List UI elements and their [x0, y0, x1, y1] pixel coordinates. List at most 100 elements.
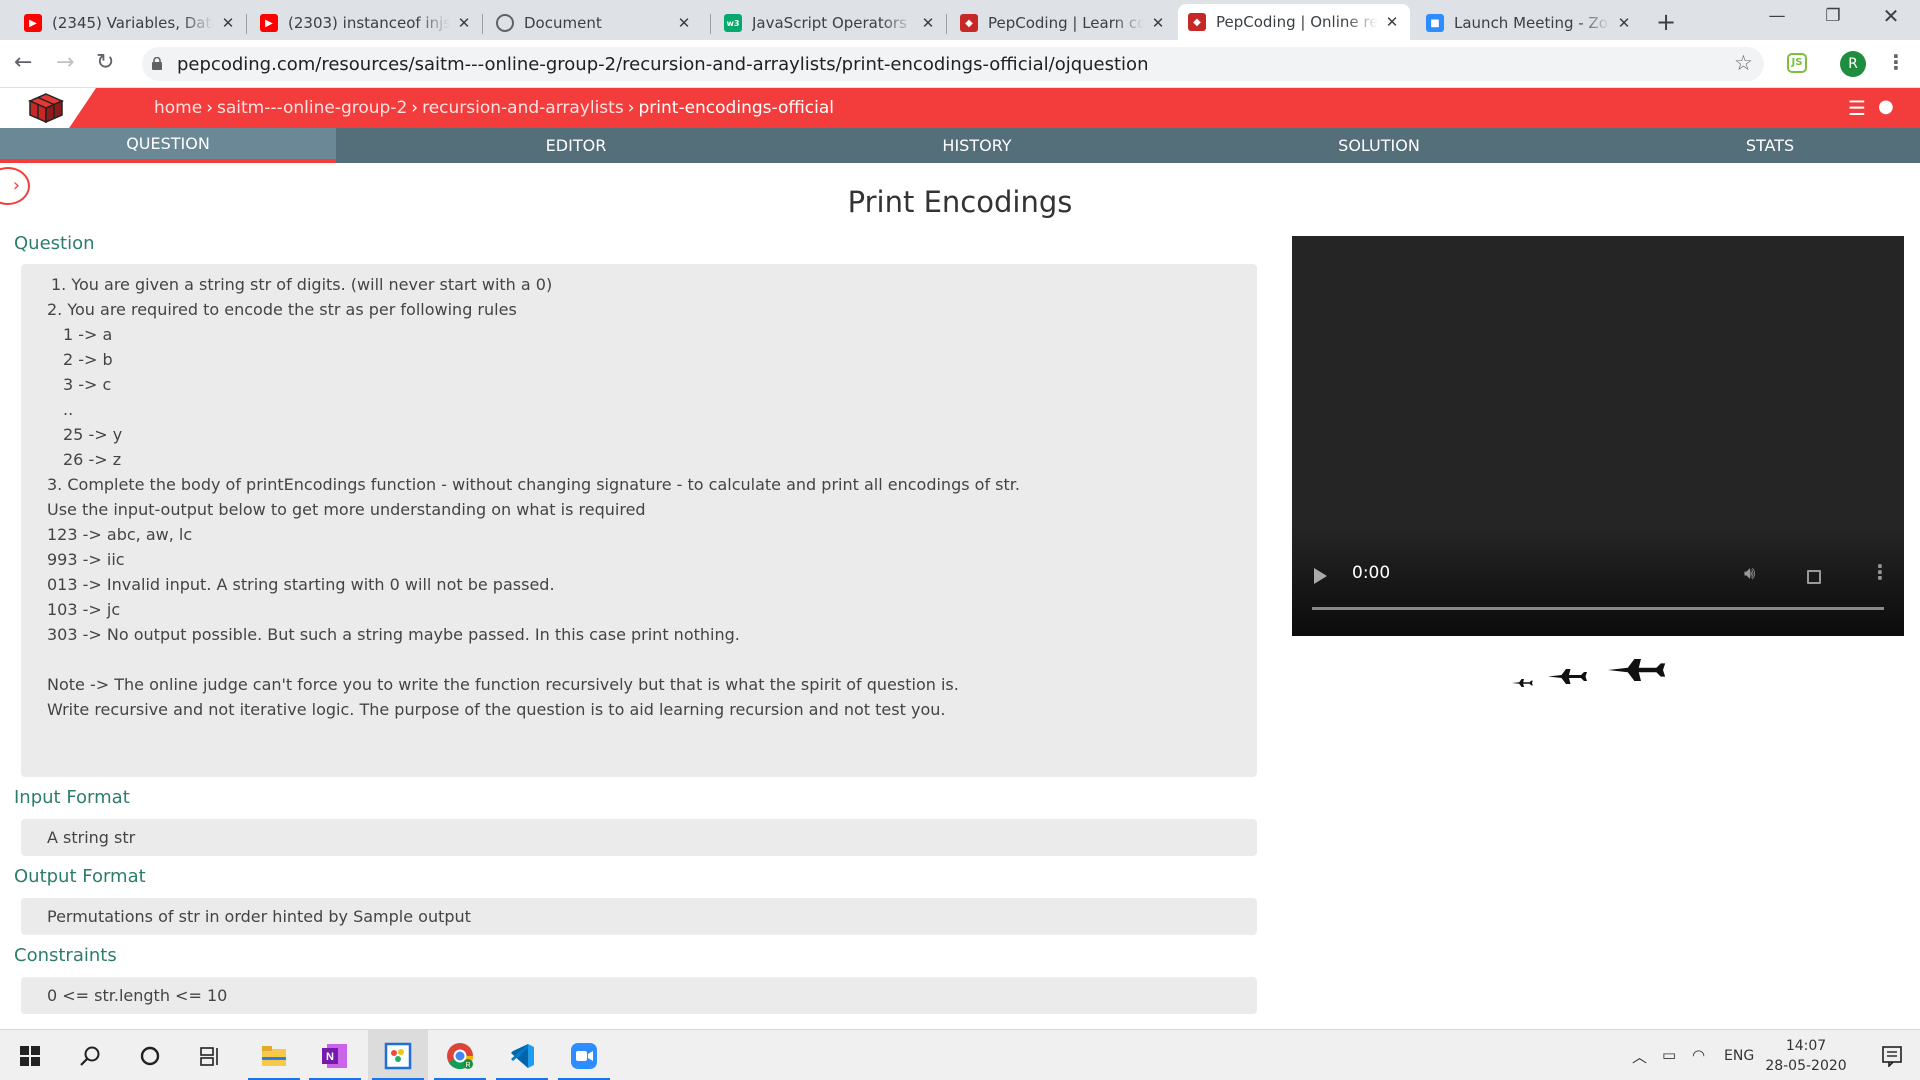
bookmark-star-icon[interactable]: ☆	[1734, 51, 1753, 75]
video-player[interactable]: 0:00 🔊︎ ⋮	[1292, 236, 1904, 636]
volume-icon[interactable]: 🔊︎	[1744, 563, 1755, 584]
tab-solution[interactable]: SOLUTION	[1138, 128, 1620, 163]
question-line: ..	[63, 400, 74, 419]
reload-icon[interactable]: ↻	[96, 50, 114, 75]
window-close-icon[interactable]: ✕	[1868, 4, 1914, 28]
question-line: 3 -> c	[63, 375, 112, 394]
tab-divider	[482, 14, 483, 34]
browser-tab-6[interactable]: ■ Launch Meeting - Zoom ✕	[1416, 6, 1642, 40]
input-format-box: A string str	[21, 819, 1257, 856]
more-options-icon[interactable]: ⋮	[1870, 560, 1890, 584]
user-icon[interactable]: ●	[1878, 96, 1894, 117]
close-icon[interactable]: ✕	[1384, 13, 1400, 31]
play-icon[interactable]	[1314, 568, 1327, 584]
browser-tab-3[interactable]: w3 JavaScript Operators ✕	[714, 6, 946, 40]
cortana-icon[interactable]	[120, 1030, 180, 1080]
lock-icon	[152, 57, 162, 70]
question-box: 1. You are given a string str of digits.…	[21, 264, 1257, 777]
tab-divider	[246, 14, 247, 34]
breadcrumb: home › saitm---online-group-2 › recursion-an…	[154, 98, 834, 118]
breadcrumb-group[interactable]: saitm---online-group-2	[217, 98, 407, 118]
clock-time: 14:07	[1785, 1038, 1827, 1054]
svg-text:R: R	[465, 1062, 470, 1069]
battery-icon[interactable]: ▭	[1662, 1046, 1676, 1064]
close-icon[interactable]: ✕	[1616, 14, 1632, 32]
browser-toolbar: ← → ↻ pepcoding.com/resources/saitm---on…	[0, 40, 1920, 88]
question-line: 25 -> y	[63, 425, 123, 444]
paint-icon[interactable]	[368, 1030, 428, 1080]
close-icon[interactable]: ✕	[220, 14, 236, 32]
task-view-icon[interactable]	[180, 1030, 240, 1080]
extension-icon[interactable]: JS	[1787, 53, 1807, 73]
minimize-icon[interactable]: —	[1754, 6, 1800, 26]
question-line: 013 -> Invalid input. A string starting …	[47, 575, 555, 594]
svg-text:N: N	[326, 1051, 334, 1063]
browser-menu-icon[interactable]: ⋮	[1886, 50, 1906, 74]
wifi-icon[interactable]: ◠	[1692, 1046, 1705, 1064]
url-text[interactable]: pepcoding.com/resources/saitm---online-g…	[177, 54, 1148, 75]
youtube-icon: ▶	[24, 14, 42, 32]
clock-date: 28-05-2020	[1765, 1058, 1847, 1074]
chevron-right-icon: ›	[411, 98, 419, 118]
pepcoding-icon: ◆	[960, 14, 978, 32]
tab-question[interactable]: QUESTION	[0, 128, 336, 163]
tab-stats[interactable]: STATS	[1620, 128, 1920, 163]
fullscreen-icon[interactable]	[1807, 570, 1821, 584]
tab-divider	[946, 14, 947, 34]
notifications-icon[interactable]	[1862, 1030, 1920, 1080]
language-indicator[interactable]: ENG	[1724, 1048, 1754, 1064]
back-icon[interactable]: ←	[14, 50, 32, 75]
playback-speed-icons	[1512, 659, 1666, 687]
browser-tab-1[interactable]: ▶ (2303) instanceof injs code ✕	[250, 6, 482, 40]
breadcrumb-topic[interactable]: recursion-and-arraylists	[422, 98, 624, 118]
zoom-app-icon[interactable]	[554, 1030, 614, 1080]
forward-icon[interactable]: →	[56, 50, 74, 75]
close-icon[interactable]: ✕	[456, 14, 472, 32]
search-icon[interactable]	[60, 1030, 120, 1080]
slow-speed-plane-icon[interactable]	[1512, 679, 1533, 687]
youtube-icon: ▶	[260, 14, 278, 32]
file-explorer-icon[interactable]	[244, 1030, 304, 1080]
question-line: 3. Complete the body of printEncodings f…	[47, 475, 1020, 494]
windows-taskbar: N R ︿ ▭ ◠ ENG 14:07 28-05-2020	[0, 1029, 1920, 1080]
chevron-up-icon[interactable]: ︿	[1632, 1046, 1647, 1067]
browser-tab-strip: ▶ (2345) Variables, Data Types ✕ ▶ (2303…	[0, 0, 1920, 40]
fast-speed-plane-icon[interactable]	[1608, 659, 1666, 681]
chrome-icon[interactable]: R	[430, 1030, 490, 1080]
windows-start-icon[interactable]	[0, 1030, 60, 1080]
chevron-right-icon: ›	[206, 98, 214, 118]
input-format-label: Input Format	[14, 787, 130, 808]
browser-tab-5-active[interactable]: ◆ PepCoding | Online resources ✕	[1178, 4, 1410, 40]
question-label: Question	[14, 233, 95, 254]
restore-icon[interactable]: ❐	[1810, 6, 1856, 26]
breadcrumb-home[interactable]: home	[154, 98, 202, 118]
list-icon[interactable]: ☰	[1848, 96, 1866, 120]
profile-avatar[interactable]: R	[1840, 51, 1866, 77]
tab-history[interactable]: HISTORY	[816, 128, 1138, 163]
question-line: 2. You are required to encode the str as…	[47, 300, 517, 319]
close-icon[interactable]: ✕	[676, 14, 692, 32]
medium-speed-plane-icon[interactable]	[1548, 669, 1587, 684]
question-line: Write recursive and not iterative logic.…	[47, 700, 946, 719]
close-icon[interactable]: ✕	[920, 14, 936, 32]
pepcoding-logo[interactable]	[28, 92, 64, 124]
breadcrumb-current: print-encodings-official	[638, 98, 835, 118]
video-progress-bar[interactable]	[1312, 607, 1884, 610]
question-line: 993 -> iic	[47, 550, 125, 569]
output-format-box: Permutations of str in order hinted by S…	[21, 898, 1257, 935]
new-tab-icon[interactable]: +	[1656, 8, 1676, 36]
globe-icon	[496, 14, 514, 32]
output-format-label: Output Format	[14, 866, 146, 887]
question-content: › Print Encodings Question 1. You are gi…	[0, 163, 1920, 1029]
vscode-icon[interactable]	[492, 1030, 552, 1080]
question-line: 26 -> z	[63, 450, 122, 469]
system-clock[interactable]: 14:07 28-05-2020	[1764, 1036, 1848, 1076]
close-icon[interactable]: ✕	[1150, 14, 1166, 32]
question-line: 1. You are given a string str of digits.…	[51, 275, 553, 294]
browser-tab-4[interactable]: ◆ PepCoding | Learn coding ✕	[950, 6, 1176, 40]
question-line: 2 -> b	[63, 350, 113, 369]
browser-tab-0[interactable]: ▶ (2345) Variables, Data Types ✕	[14, 6, 246, 40]
tab-editor[interactable]: EDITOR	[336, 128, 816, 163]
browser-tab-2[interactable]: Document ✕	[486, 6, 702, 40]
onenote-icon[interactable]: N	[305, 1030, 365, 1080]
